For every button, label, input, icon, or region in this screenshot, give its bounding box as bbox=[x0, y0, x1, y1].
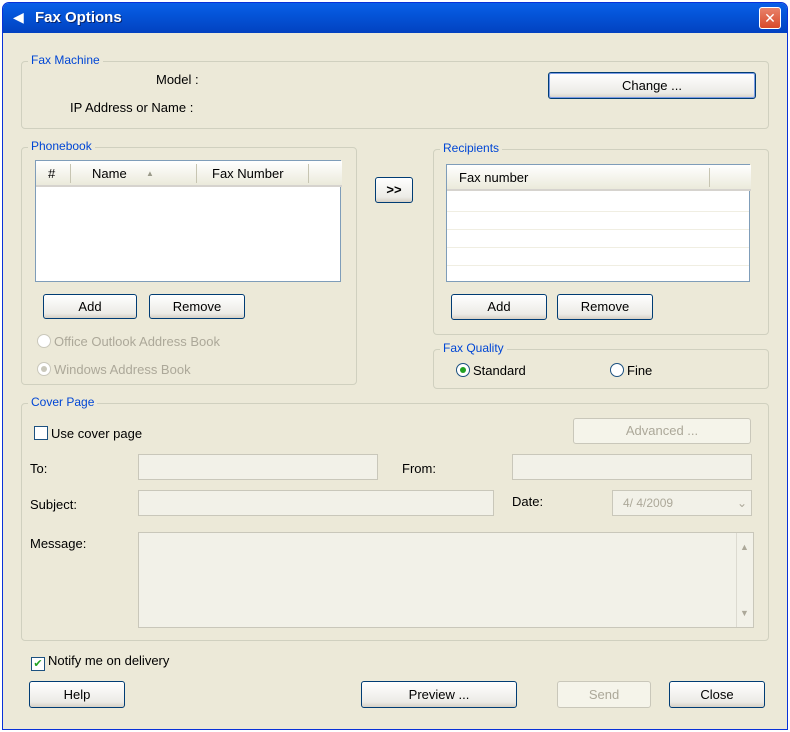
cover-checkbox[interactable] bbox=[34, 426, 48, 440]
from-field[interactable] bbox=[512, 454, 752, 480]
close-window-button[interactable]: ✕ bbox=[759, 7, 781, 29]
radio-fine[interactable] bbox=[610, 363, 624, 377]
subject-label: Subject: bbox=[30, 497, 77, 512]
notify-label: Notify me on delivery bbox=[48, 653, 170, 668]
help-button[interactable]: Help bbox=[29, 681, 125, 708]
fax-icon: ◀ bbox=[13, 9, 24, 25]
fax-machine-group: Fax Machine Model : IP Address or Name :… bbox=[21, 53, 769, 129]
to-label: To: bbox=[30, 461, 48, 476]
message-field[interactable]: ▲ ▼ bbox=[138, 532, 754, 628]
to-field[interactable] bbox=[138, 454, 378, 480]
recipients-remove-button[interactable]: Remove bbox=[557, 294, 653, 320]
add-to-recipients-button[interactable]: >> bbox=[375, 177, 413, 203]
cover-page-label: Cover Page bbox=[28, 395, 98, 409]
notify-checkbox[interactable]: ✔ bbox=[31, 657, 45, 671]
phonebook-label: Phonebook bbox=[28, 139, 95, 153]
phonebook-add-button[interactable]: Add bbox=[43, 294, 137, 319]
outlook-address-book-option[interactable]: Office Outlook Address Book bbox=[37, 334, 220, 349]
quality-standard-option[interactable]: Standard bbox=[456, 363, 526, 378]
radio-outlook[interactable] bbox=[37, 334, 51, 348]
window-title: Fax Options bbox=[35, 9, 122, 26]
windows-address-book-option[interactable]: Windows Address Book bbox=[37, 362, 191, 377]
quality-fine-option[interactable]: Fine bbox=[610, 363, 652, 378]
subject-field[interactable] bbox=[138, 490, 494, 516]
fax-machine-label: Fax Machine bbox=[28, 53, 103, 67]
phonebook-list[interactable]: # Name ▲ Fax Number bbox=[35, 160, 342, 282]
recipients-add-button[interactable]: Add bbox=[451, 294, 547, 320]
column-fax-number-recipients[interactable]: Fax number bbox=[459, 165, 528, 191]
send-button[interactable]: Send bbox=[557, 681, 651, 708]
phonebook-header: # Name ▲ Fax Number bbox=[36, 161, 342, 187]
change-button[interactable]: Change ... bbox=[548, 72, 756, 99]
recipients-group: Recipients Fax number Add Remove bbox=[433, 141, 769, 335]
recipients-header: Fax number bbox=[447, 165, 751, 191]
advanced-button[interactable]: Advanced ... bbox=[573, 418, 751, 444]
standard-label: Standard bbox=[473, 363, 526, 378]
recipients-label: Recipients bbox=[440, 141, 503, 155]
title-bar: ◀ Fax Options ✕ bbox=[3, 3, 787, 33]
date-label: Date: bbox=[512, 494, 544, 509]
fax-options-dialog: ◀ Fax Options ✕ Fax Machine Model : IP A… bbox=[2, 2, 788, 730]
scroll-down-icon[interactable]: ▼ bbox=[740, 601, 749, 625]
cover-page-group: Cover Page Use cover page Advanced ... T… bbox=[21, 395, 769, 641]
windows-address-book-label: Windows Address Book bbox=[54, 362, 191, 377]
ip-address-label: IP Address or Name : bbox=[70, 100, 194, 115]
fax-quality-label: Fax Quality bbox=[440, 341, 507, 355]
recipients-list[interactable]: Fax number bbox=[446, 164, 751, 282]
notify-on-delivery-checkbox[interactable]: ✔ Notify me on delivery bbox=[31, 653, 169, 671]
outlook-address-book-label: Office Outlook Address Book bbox=[54, 334, 220, 349]
radio-windows[interactable] bbox=[37, 362, 51, 376]
message-scrollbar[interactable]: ▲ ▼ bbox=[736, 533, 753, 627]
model-label: Model : bbox=[156, 72, 199, 87]
from-label: From: bbox=[402, 461, 436, 476]
column-name[interactable]: Name bbox=[92, 161, 127, 187]
fine-label: Fine bbox=[627, 363, 653, 378]
column-fax-number[interactable]: Fax Number bbox=[212, 161, 284, 187]
date-value: 4/ 4/2009 bbox=[623, 496, 674, 510]
sort-ascending-icon: ▲ bbox=[146, 169, 154, 178]
use-cover-page-label: Use cover page bbox=[51, 426, 143, 441]
phonebook-group: Phonebook # Name ▲ Fax Number Add Remove… bbox=[21, 139, 357, 385]
scroll-up-icon[interactable]: ▲ bbox=[740, 535, 749, 559]
column-number[interactable]: # bbox=[48, 161, 55, 187]
fax-quality-group: Fax Quality Standard Fine bbox=[433, 341, 769, 389]
preview-button[interactable]: Preview ... bbox=[361, 681, 517, 708]
date-picker[interactable]: 4/ 4/2009 ⌄ bbox=[612, 490, 752, 516]
close-button[interactable]: Close bbox=[669, 681, 765, 708]
dropdown-arrow-icon[interactable]: ⌄ bbox=[737, 491, 747, 515]
phonebook-remove-button[interactable]: Remove bbox=[149, 294, 245, 319]
radio-standard[interactable] bbox=[456, 363, 470, 377]
message-label: Message: bbox=[30, 536, 87, 551]
use-cover-page-checkbox[interactable]: Use cover page bbox=[34, 426, 142, 441]
